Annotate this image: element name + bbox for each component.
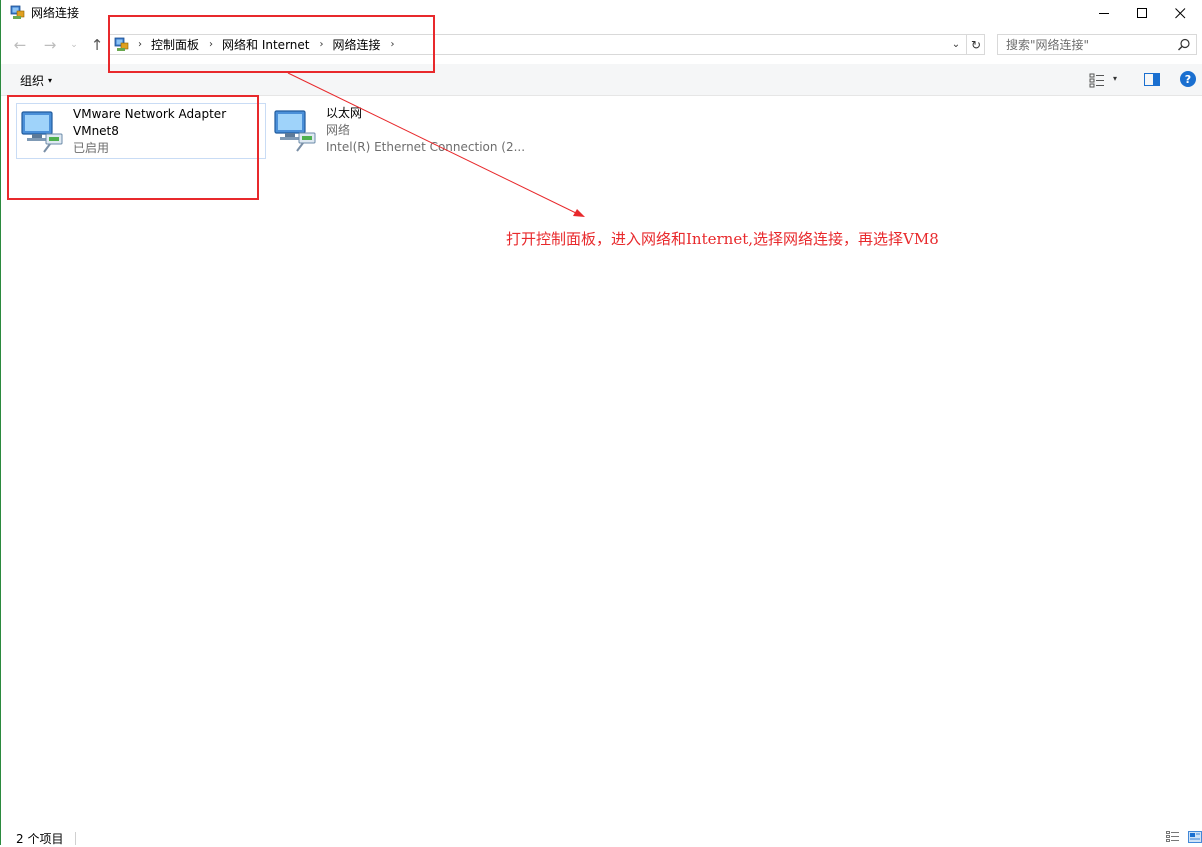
command-bar: 组织 ▾ ▾ ? (1, 64, 1202, 96)
window-title: 网络连接 (31, 6, 80, 20)
up-button[interactable]: ↑ (88, 35, 106, 55)
address-dropdown-button[interactable]: ⌄ (948, 35, 964, 54)
help-icon[interactable]: ? (1180, 71, 1196, 87)
breadcrumb-separator-icon[interactable]: › (319, 39, 323, 50)
large-icons-view-icon[interactable] (1188, 831, 1202, 843)
breadcrumb-network-connections[interactable]: 网络连接 (332, 36, 380, 53)
item-count: 2 个项目 (16, 832, 64, 846)
item-name: 以太网 (326, 106, 363, 120)
search-input[interactable] (998, 35, 1180, 54)
caret-down-icon: ▾ (48, 76, 53, 85)
chevron-down-icon: ⌄ (70, 40, 78, 50)
breadcrumb-network-internet[interactable]: 网络和 Internet (222, 36, 309, 53)
preview-pane-icon[interactable] (1144, 72, 1160, 88)
annotation-text: 打开控制面板，进入网络和Internet,选择网络连接，再选择VM8 (506, 230, 939, 248)
item-status: 已启用 (73, 141, 110, 155)
refresh-icon: ↻ (970, 37, 982, 52)
close-icon (1174, 7, 1185, 18)
change-view-icon[interactable] (1089, 72, 1105, 88)
list-item-ethernet[interactable]: 以太网 网络 Intel(R) Ethernet Connection (2..… (270, 103, 540, 159)
refresh-button[interactable]: ↻ (966, 35, 985, 54)
title-bar: 网络连接 (1, 0, 1202, 28)
organize-menu-button[interactable]: 组织 ▾ (20, 72, 52, 89)
breadcrumb-separator-icon[interactable]: › (138, 39, 142, 50)
details-view-icon[interactable] (1166, 831, 1180, 843)
back-button[interactable]: ← (11, 35, 29, 55)
recent-locations-button[interactable]: ⌄ (67, 35, 81, 55)
breadcrumb-separator-icon[interactable]: › (391, 39, 395, 50)
search-icon[interactable] (1176, 37, 1192, 53)
list-item-vmnet8[interactable]: VMware Network Adapter VMnet8 已启用 (16, 103, 266, 159)
status-divider (75, 832, 76, 845)
chevron-down-icon: ⌄ (951, 39, 961, 50)
minimize-icon (1098, 12, 1109, 14)
navigation-bar: ← → ⌄ ↑ › 控制面板 › 网络和 Internet › 网络连接 › ⌄… (1, 30, 1202, 60)
status-bar: 2 个项目 (1, 826, 1202, 846)
breadcrumb-separator-icon[interactable]: › (209, 39, 213, 50)
back-arrow-icon: ← (13, 36, 27, 54)
close-button[interactable] (1157, 0, 1202, 26)
explorer-window: 网络连接 ← → ⌄ ↑ › 控制面板 › 网络和 Internet › 网络连… (0, 0, 1202, 846)
forward-arrow-icon: → (43, 36, 57, 54)
item-subtitle: VMnet8 (73, 124, 119, 138)
breadcrumb-control-panel[interactable]: 控制面板 (151, 36, 199, 53)
item-subtitle: 网络 (326, 123, 351, 137)
network-adapter-icon (274, 110, 316, 152)
maximize-icon (1136, 7, 1147, 18)
network-connections-icon (10, 5, 25, 19)
search-box[interactable] (997, 34, 1197, 55)
up-arrow-icon: ↑ (90, 36, 104, 54)
breadcrumb: › 控制面板 › 网络和 Internet › 网络连接 › (134, 35, 404, 54)
item-name: VMware Network Adapter (73, 107, 227, 121)
network-adapter-icon (21, 111, 63, 153)
control-panel-icon (114, 37, 129, 51)
forward-button[interactable]: → (41, 35, 59, 55)
item-status: Intel(R) Ethernet Connection (2... (326, 140, 526, 154)
address-bar[interactable]: › 控制面板 › 网络和 Internet › 网络连接 › ⌄ ↻ (109, 34, 985, 55)
caret-down-icon[interactable]: ▾ (1113, 74, 1117, 83)
organize-label: 组织 (20, 74, 45, 88)
